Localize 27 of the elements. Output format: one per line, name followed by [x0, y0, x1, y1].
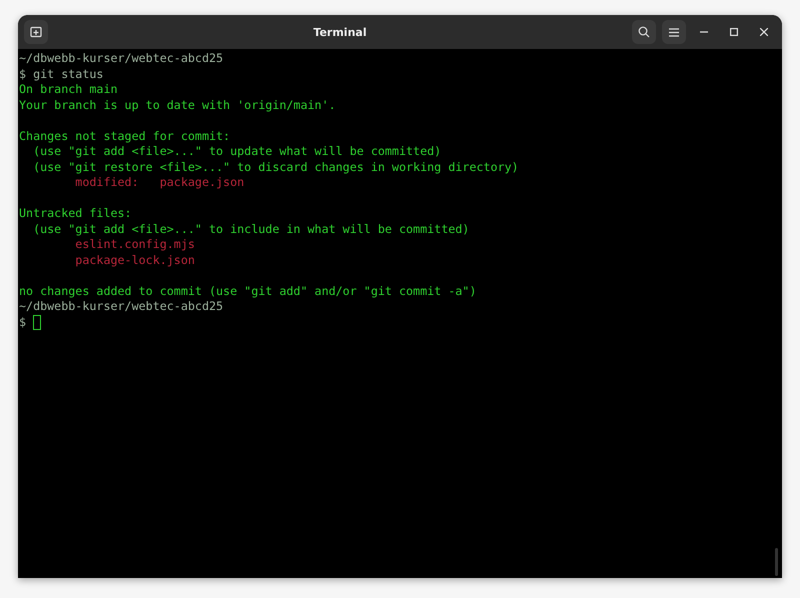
new-tab-button[interactable] [24, 20, 48, 44]
directory-path: ~/dbwebb-kurser/webtec-abcd25 [19, 51, 224, 66]
output-text: (use "git restore <file>..." to discard changes in working directory) [32, 160, 519, 175]
file-name-text: modified: package.json [74, 175, 244, 190]
output-text: (use "git add <file>..." to include in what will be committed) [32, 222, 470, 237]
output-text: no changes added to commit (use "git add" and/or "git commit -a") [19, 284, 476, 299]
output-text: (use "git add <file>..." to update what will be committed) [32, 144, 442, 160]
search-icon [638, 26, 650, 38]
maximize-icon [730, 28, 738, 36]
window-title: Terminal [312, 26, 368, 38]
output-text: Changes not staged for commit: [19, 128, 230, 144]
minimize-icon [700, 31, 708, 33]
output-text: Your branch is up to date with 'origin/main'. [19, 98, 336, 113]
close-icon [760, 28, 768, 36]
output-text: Untracked files: [19, 206, 132, 222]
prompt-symbol: $ [19, 66, 26, 82]
file-name-text: eslint.config.mjs [74, 237, 195, 252]
scrollbar[interactable] [775, 548, 778, 576]
menu-icon [669, 28, 679, 36]
prompt-symbol: $ [19, 314, 26, 330]
directory-path: ~/dbwebb-kurser/webtec-abcd25 [19, 299, 224, 314]
new-tab-icon [30, 26, 42, 38]
file-name-text: package-lock.json [74, 252, 195, 268]
output-text: On branch main [19, 82, 118, 98]
menu-button[interactable] [662, 20, 686, 44]
command-text: git status [32, 66, 104, 82]
search-button[interactable] [632, 20, 656, 44]
